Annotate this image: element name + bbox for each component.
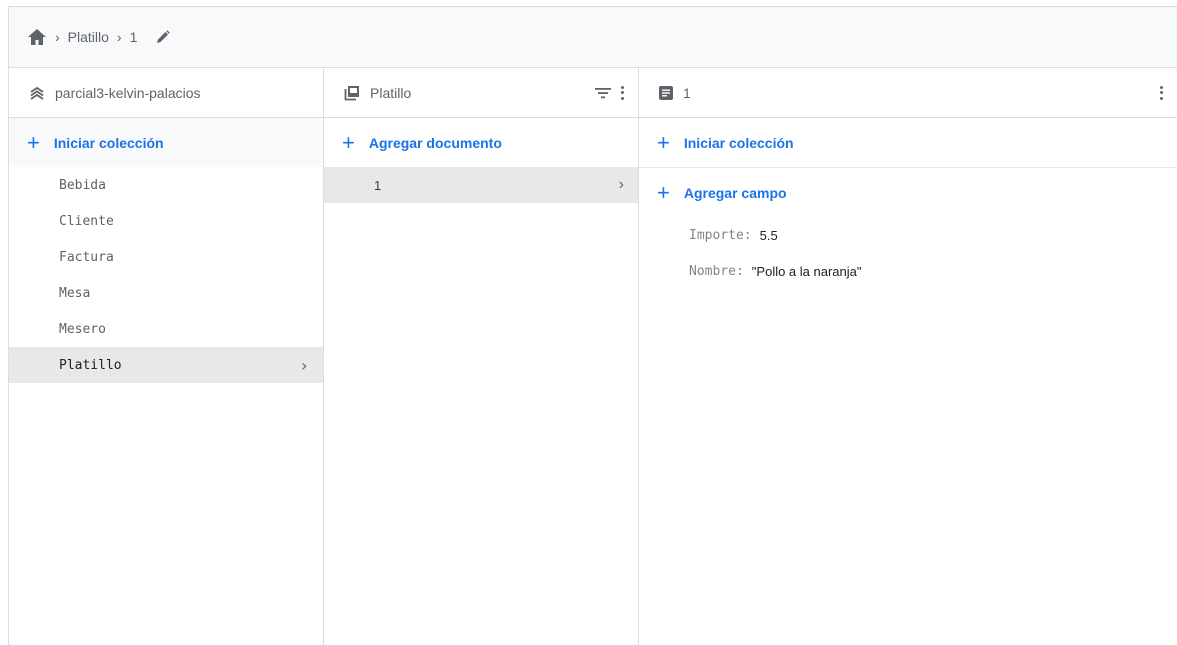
plus-icon: + [657, 129, 670, 155]
firestore-data-panel: › Platillo › 1 parcial3-kelvin-palacios … [8, 6, 1177, 645]
field-row-nombre[interactable]: Nombre: "Pollo a la naranja" [639, 253, 1177, 289]
plus-icon: + [657, 179, 670, 205]
collection-title: Platillo [370, 84, 412, 101]
document-title: 1 [683, 84, 691, 101]
collection-label: Factura [59, 249, 114, 265]
collection-label: Bebida [59, 177, 106, 193]
start-subcollection-button[interactable]: + Iniciar colección [639, 118, 1177, 168]
more-options-icon[interactable] [1160, 85, 1163, 100]
database-icon [29, 86, 45, 100]
home-icon[interactable] [27, 28, 47, 46]
collection-item-platillo[interactable]: Platillo › [9, 347, 323, 383]
pencil-icon[interactable] [155, 29, 171, 45]
field-value: 5.5 [759, 227, 778, 243]
chevron-right-icon: › [55, 29, 60, 45]
project-title: parcial3-kelvin-palacios [55, 84, 201, 101]
field-row-importe[interactable]: Importe: 5.5 [639, 217, 1177, 253]
more-options-icon[interactable] [621, 85, 624, 100]
collection-label: Cliente [59, 213, 114, 229]
collection-item-cliente[interactable]: Cliente [9, 203, 323, 239]
start-subcollection-label: Iniciar colección [683, 134, 794, 151]
breadcrumb-item-collection[interactable]: Platillo [68, 29, 109, 45]
breadcrumb-item-document[interactable]: 1 [130, 29, 138, 45]
field-key: Importe: [689, 227, 752, 243]
document-icon [659, 85, 673, 100]
plus-icon: + [27, 129, 40, 155]
collection-label: Mesero [59, 321, 106, 337]
breadcrumb: › Platillo › 1 [9, 7, 1177, 68]
start-collection-label: Iniciar colección [53, 134, 164, 151]
document-column: 1 + Iniciar colección + Agregar campo Im… [639, 68, 1177, 645]
collection-label: Mesa [59, 285, 91, 301]
collection-item-factura[interactable]: Factura [9, 239, 323, 275]
collection-column-header: Platillo [324, 68, 638, 118]
add-field-button[interactable]: + Agregar campo [639, 168, 1177, 217]
chevron-right-icon: › [618, 176, 624, 193]
add-field-label: Agregar campo [683, 184, 787, 201]
collection-item-mesero[interactable]: Mesero [9, 311, 323, 347]
field-key: Nombre: [689, 263, 744, 279]
data-columns: parcial3-kelvin-palacios + Iniciar colec… [9, 68, 1177, 645]
field-value: "Pollo a la naranja" [751, 263, 862, 279]
chevron-right-icon: › [116, 29, 122, 45]
collection-item-bebida[interactable]: Bebida [9, 167, 323, 203]
add-document-label: Agregar documento [368, 134, 502, 151]
collection-item-mesa[interactable]: Mesa [9, 275, 323, 311]
document-label: 1 [374, 177, 382, 193]
collection-label: Platillo [59, 357, 122, 373]
add-document-button[interactable]: + Agregar documento [324, 118, 638, 167]
plus-icon: + [342, 129, 355, 155]
filter-icon[interactable] [595, 87, 611, 99]
start-collection-button[interactable]: + Iniciar colección [9, 118, 323, 167]
document-item[interactable]: 1 › [324, 167, 638, 203]
collection-icon [344, 85, 360, 101]
collection-column: Platillo + Agregar documento 1 › [324, 68, 639, 645]
chevron-right-icon: › [299, 355, 309, 375]
document-column-header: 1 [639, 68, 1177, 118]
root-column-header: parcial3-kelvin-palacios [9, 68, 323, 118]
root-column: parcial3-kelvin-palacios + Iniciar colec… [9, 68, 324, 645]
